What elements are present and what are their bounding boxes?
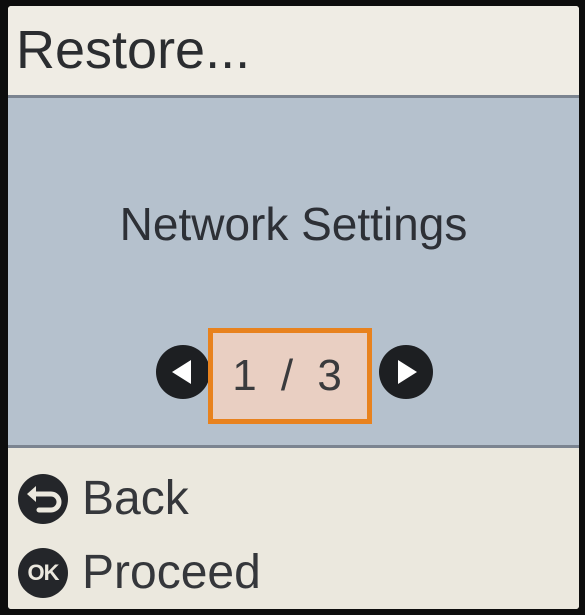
page-indicator: 1 / 3 — [208, 328, 372, 424]
title-bar: Restore... — [8, 6, 579, 98]
back-label: Back — [82, 472, 189, 525]
right-arrow-icon[interactable] — [379, 345, 433, 399]
back-icon — [18, 474, 68, 524]
printer-lcd-screen: Restore... Network Settings 1 / 3 Back O… — [8, 6, 579, 609]
left-arrow-icon[interactable] — [156, 345, 210, 399]
ok-icon: OK — [18, 548, 68, 598]
pager: 1 / 3 — [8, 328, 579, 424]
setting-name: Network Settings — [119, 198, 468, 250]
button-guide: Back OK Proceed — [8, 448, 579, 609]
proceed-label: Proceed — [82, 546, 261, 599]
setting-selector-panel: Network Settings 1 / 3 — [8, 98, 579, 448]
page-indicator-label: 1 / 3 — [232, 351, 348, 400]
page-title: Restore... — [16, 20, 251, 80]
ok-icon-text: OK — [27, 560, 60, 585]
